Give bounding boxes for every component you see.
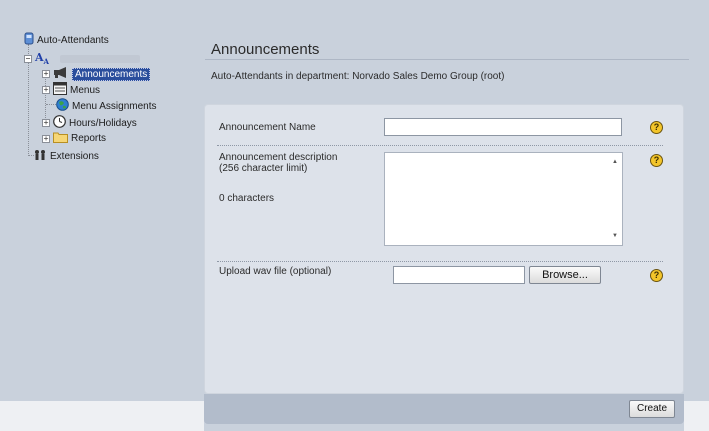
bottom-strip [684, 401, 709, 431]
bottom-strip [0, 401, 204, 431]
divider [217, 145, 663, 146]
announcement-name-label: Announcement Name [219, 122, 316, 133]
form-panel [204, 104, 684, 394]
clock-icon [53, 115, 66, 131]
help-icon[interactable]: ? [650, 269, 663, 282]
title-divider [205, 59, 689, 60]
sidebar-item-label: Hours/Holidays [69, 117, 137, 129]
tree-department-node[interactable]: − AA [24, 51, 140, 66]
browse-button[interactable]: Browse... [529, 266, 601, 284]
page-title: Announcements [211, 41, 320, 58]
globe-icon [56, 98, 69, 114]
font-a-icon: AA [35, 51, 49, 67]
phone-icon [24, 32, 34, 48]
description-limit-label: (256 character limit) [219, 163, 308, 174]
folder-icon [53, 131, 68, 146]
expand-toggle[interactable]: + [42, 119, 50, 127]
sidebar-item-announcements[interactable]: + Announcements [42, 66, 151, 82]
sidebar-item-label: Reports [71, 133, 107, 144]
character-count: 0 characters [219, 193, 275, 204]
sidebar-item-label: Menu Assignments [72, 100, 157, 112]
sidebar-item-label: Announcements [72, 67, 151, 81]
sidebar-item-label: Menus [70, 84, 101, 96]
help-icon[interactable]: ? [650, 154, 663, 167]
sidebar-item-reports[interactable]: + Reports [42, 131, 106, 146]
sidebar-item-extensions[interactable]: Extensions [33, 149, 99, 164]
sidebar-item-hours-holidays[interactable]: + Hours/Holidays [42, 115, 137, 131]
scroll-down-arrow-icon[interactable]: ▼ [612, 233, 618, 239]
sidebar-item-menu-assignments[interactable]: Menu Assignments [56, 98, 157, 114]
sidebar-item-label: Extensions [50, 151, 99, 162]
sidebar: Auto-Attendants − AA + Announcements + M… [0, 0, 200, 431]
upload-file-path-input[interactable] [393, 266, 525, 284]
create-button[interactable]: Create [629, 400, 675, 418]
upload-label: Upload wav file (optional) [219, 266, 332, 277]
help-icon[interactable]: ? [650, 121, 663, 134]
department-name-redacted [59, 54, 140, 63]
sidebar-item-menus[interactable]: + Menus [42, 82, 100, 98]
menu-icon [53, 82, 67, 98]
extensions-icon [33, 149, 47, 164]
collapse-toggle[interactable]: − [24, 54, 32, 63]
megaphone-icon [53, 66, 69, 82]
scroll-up-arrow-icon[interactable]: ▲ [612, 159, 618, 165]
expand-toggle[interactable]: + [42, 86, 50, 94]
expand-toggle[interactable]: + [42, 134, 50, 143]
tree-line [46, 104, 56, 105]
description-textarea[interactable]: ▲ ▼ [384, 152, 623, 246]
description-label: Announcement description [219, 152, 338, 163]
tree-root-label: Auto-Attendants [37, 34, 109, 46]
divider [217, 261, 663, 262]
tree-root-auto-attendants[interactable]: Auto-Attendants [24, 32, 109, 48]
announcement-name-input[interactable] [384, 118, 622, 136]
expand-toggle[interactable]: + [42, 70, 50, 78]
form-footer [204, 394, 684, 424]
department-subtitle: Auto-Attendants in department: Norvado S… [211, 71, 505, 82]
